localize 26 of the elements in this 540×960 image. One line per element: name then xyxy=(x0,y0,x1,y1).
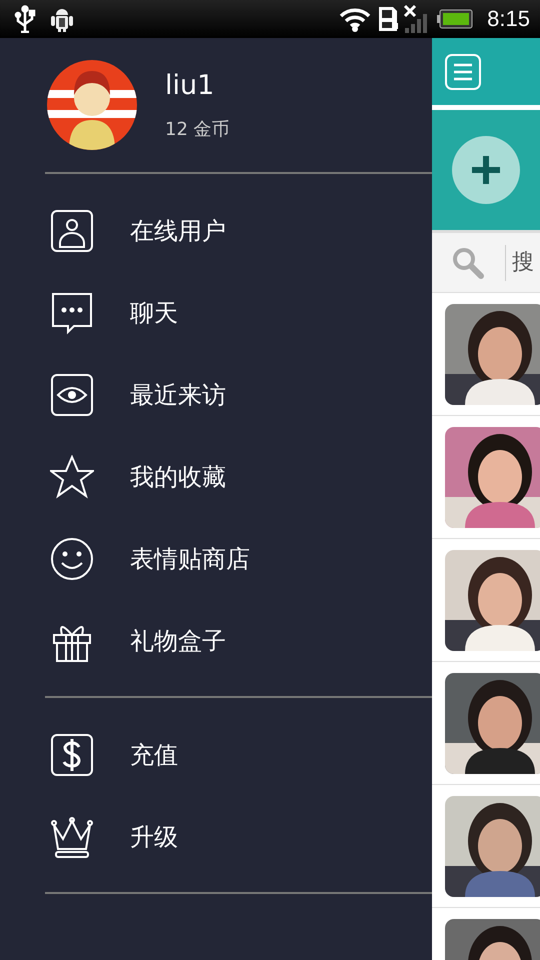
search-icon xyxy=(452,247,484,279)
search-field[interactable]: 搜 xyxy=(432,233,540,293)
add-button[interactable] xyxy=(452,136,520,204)
usb-icon xyxy=(14,5,36,33)
menu-item[interactable]: 最近来访 xyxy=(0,354,432,436)
star-icon xyxy=(50,455,94,499)
coin-balance: 12 金币 xyxy=(165,118,230,140)
menu-item[interactable]: 聊天 xyxy=(0,272,432,354)
sim-card-icon xyxy=(377,5,400,33)
dollar-icon xyxy=(50,733,94,777)
menu-item[interactable]: 升级 xyxy=(0,796,432,878)
smiley-icon xyxy=(50,537,94,581)
wifi-icon xyxy=(339,6,372,32)
crown-icon xyxy=(50,815,94,859)
menu-item[interactable]: 充值 xyxy=(0,714,432,796)
menu-item[interactable]: 在线用户 xyxy=(0,190,432,272)
menu-item[interactable]: 我的收藏 xyxy=(0,436,432,518)
menu-item[interactable]: 表情贴商店 xyxy=(0,518,432,600)
chat-bubble-icon xyxy=(50,291,94,335)
user-name: liu1 xyxy=(165,70,216,100)
user-icon xyxy=(50,209,94,253)
menu-item[interactable]: 礼物盒子 xyxy=(0,600,432,682)
menu-button[interactable] xyxy=(445,54,481,90)
eye-icon xyxy=(50,373,94,417)
battery-icon xyxy=(437,9,474,29)
clock-time: 8:15 xyxy=(487,6,530,32)
